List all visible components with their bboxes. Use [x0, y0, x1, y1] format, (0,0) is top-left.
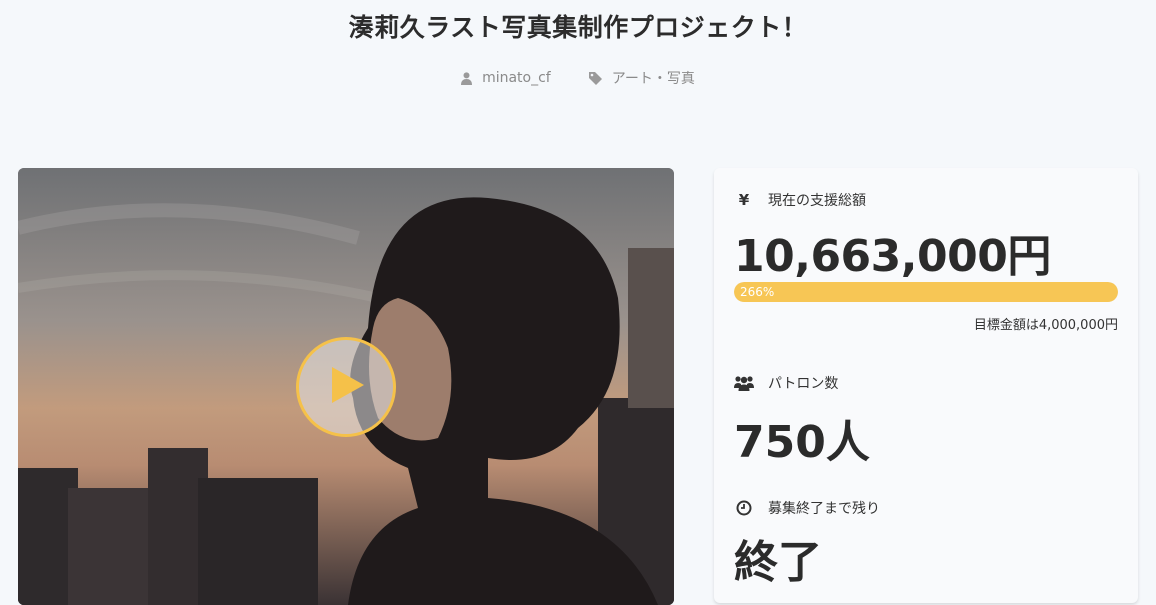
- amount-value: 10,663,000円: [734, 231, 1051, 282]
- funding-stats-panel: ¥ 現在の支援総額 10,663,000円 266% 目標金額は4,000,00…: [714, 168, 1138, 603]
- patrons-label-row: パトロン数: [734, 373, 838, 393]
- category-name: アート・写真: [611, 71, 695, 87]
- users-icon: [734, 375, 754, 391]
- tag-icon: [588, 71, 602, 85]
- owner-link[interactable]: minato_cf: [461, 68, 551, 88]
- remaining-label-row: 募集終了まで残り: [734, 498, 880, 518]
- category-link[interactable]: アート・写真: [588, 68, 695, 88]
- amount-label: 現在の支援総額: [768, 193, 866, 209]
- progress-fill: 266%: [734, 282, 1118, 302]
- clock-icon: [734, 500, 754, 516]
- play-icon: [326, 365, 366, 409]
- user-icon: [461, 71, 473, 85]
- project-video[interactable]: [18, 168, 674, 605]
- project-title: 湊莉久ラスト写真集制作プロジェクト！: [348, 13, 808, 42]
- yen-icon: ¥: [738, 191, 750, 209]
- play-button[interactable]: [296, 337, 396, 437]
- amount-label-row: ¥ 現在の支援総額: [734, 190, 866, 210]
- goal-amount: 目標金額は4,000,000円: [973, 318, 1118, 333]
- remaining-label: 募集終了まで残り: [768, 501, 880, 517]
- owner-name: minato_cf: [482, 70, 551, 86]
- patrons-label: パトロン数: [768, 376, 839, 392]
- remaining-value: 終了: [734, 537, 822, 588]
- project-page: 湊莉久ラスト写真集制作プロジェクト！ minato_cf アート・写真 ¥ 現在…: [0, 0, 1156, 605]
- patrons-value: 750人: [734, 417, 870, 468]
- project-meta: minato_cf アート・写真: [0, 68, 1156, 88]
- progress-bar: 266%: [734, 282, 1118, 302]
